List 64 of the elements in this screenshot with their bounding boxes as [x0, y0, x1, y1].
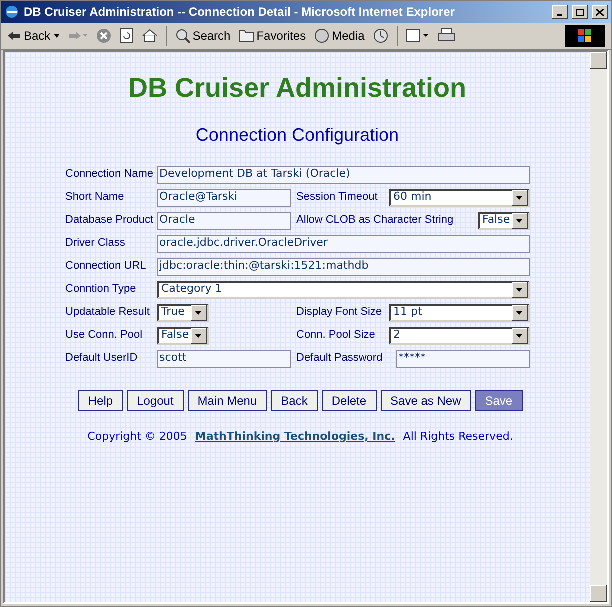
- action-button[interactable]: Help: [78, 390, 124, 411]
- stop-icon[interactable]: [96, 28, 112, 44]
- field-label: Driver Class: [66, 236, 126, 252]
- media-button[interactable]: Media: [314, 27, 365, 45]
- history-icon[interactable]: [372, 28, 389, 44]
- page-heading: DB Cruiser Administration: [128, 72, 467, 104]
- section-heading: Connection Configuration: [196, 124, 400, 146]
- print-icon[interactable]: [438, 28, 456, 44]
- field-label: Display Font Size: [296, 305, 384, 320]
- action-button[interactable]: Back: [271, 390, 318, 411]
- maximize-button[interactable]: [572, 5, 588, 19]
- search-button[interactable]: Search: [174, 27, 231, 45]
- select-field[interactable]: Category 1: [156, 280, 530, 298]
- browser-icon: [4, 4, 20, 20]
- field-label: Connection Name: [66, 167, 155, 182]
- select-field[interactable]: 11 pt: [388, 304, 530, 322]
- text-field[interactable]: *****: [396, 350, 530, 368]
- company-link[interactable]: MathThinking Technologies, Inc.: [195, 429, 396, 446]
- back-button[interactable]: Back: [7, 27, 60, 45]
- field-label: Session Timeout: [296, 190, 379, 206]
- rights-text: All Rights Reserved.: [403, 429, 514, 445]
- field-label: Default UserID: [66, 351, 139, 366]
- close-icon: [596, 8, 604, 16]
- close-button[interactable]: [592, 5, 608, 19]
- text-field[interactable]: Oracle@Tarski: [156, 188, 290, 206]
- action-button[interactable]: Main Menu: [188, 390, 268, 411]
- select-field[interactable]: 60 min: [388, 188, 530, 206]
- search-icon: [174, 28, 191, 44]
- scroll-down-button[interactable]: [590, 585, 607, 602]
- select-field[interactable]: False: [156, 326, 208, 344]
- field-label: Updatable Result: [66, 305, 151, 320]
- field-label: Allow CLOB as Character String: [296, 213, 454, 228]
- caret-icon: [54, 34, 60, 38]
- field-label: Short Name: [66, 190, 126, 206]
- favorites-button[interactable]: Favorites: [238, 27, 306, 45]
- refresh-icon[interactable]: [120, 28, 134, 44]
- text-field[interactable]: Development DB at Tarski (Oracle): [156, 166, 530, 184]
- field-label: Connection URL: [66, 259, 148, 274]
- select-field[interactable]: False: [478, 212, 530, 230]
- text-field[interactable]: Oracle: [156, 212, 290, 230]
- minimize-button[interactable]: [552, 5, 568, 19]
- home-icon[interactable]: [142, 28, 158, 44]
- windows-logo: [565, 25, 605, 47]
- field-label: Conntion Type: [66, 282, 138, 298]
- field-label: Use Conn. Pool: [66, 328, 144, 344]
- scrollbar[interactable]: [590, 52, 607, 602]
- field-label: Default Password: [296, 351, 384, 366]
- copyright-text: Copyright © 2005: [88, 429, 188, 445]
- field-label: Conn. Pool Size: [296, 328, 376, 344]
- back-arrow-icon: [7, 31, 21, 41]
- action-button[interactable]: Logout: [127, 390, 184, 411]
- action-button[interactable]: Save as New: [380, 390, 472, 411]
- text-field[interactable]: scott: [156, 350, 290, 368]
- folder-icon: [238, 29, 255, 43]
- select-field[interactable]: 2: [388, 326, 530, 344]
- action-button[interactable]: Delete: [322, 390, 377, 411]
- select-field[interactable]: True: [156, 304, 208, 322]
- text-field[interactable]: jdbc:oracle:thin:@tarski:1521:mathdb: [156, 258, 530, 276]
- save-button[interactable]: Save: [475, 390, 523, 411]
- text-field[interactable]: oracle.jdbc.driver.OracleDriver: [156, 234, 530, 252]
- field-label: Database Product: [66, 213, 155, 228]
- window-title: DB Cruiser Administration -- Connection Detail - Microsoft Internet Explorer: [24, 4, 456, 21]
- maximize-icon: [576, 8, 584, 16]
- scroll-up-button[interactable]: [590, 52, 607, 69]
